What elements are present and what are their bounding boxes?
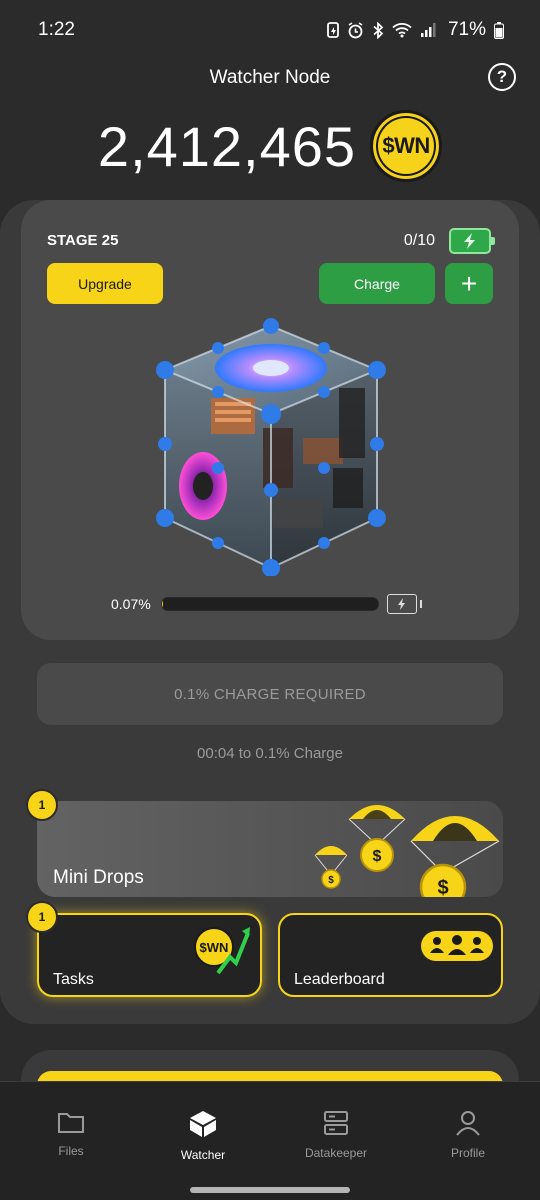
charge-count: 0/10 bbox=[403, 232, 435, 249]
status-bar: 1:22 71% bbox=[0, 0, 540, 60]
nav-datakeeper-label: Datakeeper bbox=[304, 1146, 368, 1160]
wifi-icon bbox=[392, 23, 412, 38]
nav-watcher[interactable]: Watcher bbox=[153, 1110, 253, 1162]
svg-text:$: $ bbox=[437, 877, 448, 897]
cube-icon bbox=[190, 1111, 216, 1137]
nav-profile[interactable]: Profile bbox=[418, 1110, 518, 1160]
header: Watcher Node ? bbox=[0, 60, 540, 96]
battery-bolt-icon bbox=[387, 594, 422, 614]
help-icon: ? bbox=[496, 67, 508, 86]
nav-watcher-label: Watcher bbox=[180, 1148, 226, 1162]
wn-coin-icon: $WN bbox=[370, 110, 443, 182]
wn-coin-arrow-icon: $WN bbox=[194, 923, 250, 975]
users-group-icon bbox=[421, 931, 493, 961]
parachute-coins-icon: $ $ $ bbox=[314, 805, 500, 897]
mini-drops-label: Mini Drops bbox=[53, 867, 144, 888]
tasks-badge: 1 bbox=[26, 901, 58, 933]
leaderboard-label: Leaderboard bbox=[294, 971, 385, 988]
nav-profile-label: Profile bbox=[450, 1146, 485, 1160]
charge-required-button[interactable]: 0.1% CHARGE REQUIRED bbox=[37, 663, 503, 725]
plus-icon: + bbox=[460, 267, 478, 299]
help-button[interactable]: ? bbox=[488, 63, 516, 91]
svg-text:$: $ bbox=[373, 848, 382, 865]
progress-bar bbox=[161, 597, 379, 611]
balance-value: 2,412,465 bbox=[97, 114, 357, 178]
balance: 2,412,465 $WN bbox=[0, 108, 540, 184]
bluetooth-icon bbox=[373, 21, 384, 39]
page-title: Watcher Node bbox=[209, 67, 331, 88]
status-icons: 71% bbox=[327, 19, 504, 41]
tasks-label: Tasks bbox=[53, 971, 94, 988]
signal-icon bbox=[420, 23, 436, 37]
nav-files-label: Files bbox=[58, 1144, 84, 1158]
node-cube-illustration bbox=[153, 318, 389, 577]
upgrade-button[interactable]: Upgrade bbox=[47, 263, 163, 304]
server-icon bbox=[324, 1111, 348, 1135]
charge-button[interactable]: Charge bbox=[319, 263, 435, 304]
add-charge-button[interactable]: + bbox=[445, 263, 493, 304]
svg-text:$: $ bbox=[328, 875, 334, 886]
battery-percent: 71% bbox=[447, 19, 486, 40]
leaderboard-card[interactable]: Leaderboard bbox=[278, 913, 503, 997]
charge-timer: 00:04 to 0.1% Charge bbox=[197, 745, 343, 762]
bottom-nav: Files Watcher Datakeeper Profile bbox=[0, 1081, 540, 1200]
node-card: STAGE 25 0/10 Upgrade Charge + 0.07% bbox=[21, 200, 519, 640]
mini-drops-badge: 1 bbox=[26, 789, 58, 821]
stage-label: STAGE 25 bbox=[47, 232, 119, 249]
folder-icon bbox=[58, 1113, 84, 1133]
nav-files[interactable]: Files bbox=[21, 1110, 121, 1158]
notification-icon bbox=[327, 22, 339, 38]
home-indicator[interactable] bbox=[190, 1187, 350, 1193]
nav-datakeeper[interactable]: Datakeeper bbox=[286, 1110, 386, 1160]
status-time: 1:22 bbox=[38, 19, 75, 40]
coin-label: $WN bbox=[382, 133, 430, 158]
battery-icon bbox=[494, 21, 504, 39]
person-icon bbox=[456, 1111, 480, 1136]
mini-drops-card[interactable]: Mini Drops $ $ $ bbox=[37, 801, 503, 897]
alarm-icon bbox=[348, 21, 363, 38]
progress-percent: 0.07% bbox=[111, 596, 151, 612]
charging-battery-icon bbox=[449, 228, 495, 254]
tasks-card[interactable]: Tasks $WN bbox=[37, 913, 262, 997]
